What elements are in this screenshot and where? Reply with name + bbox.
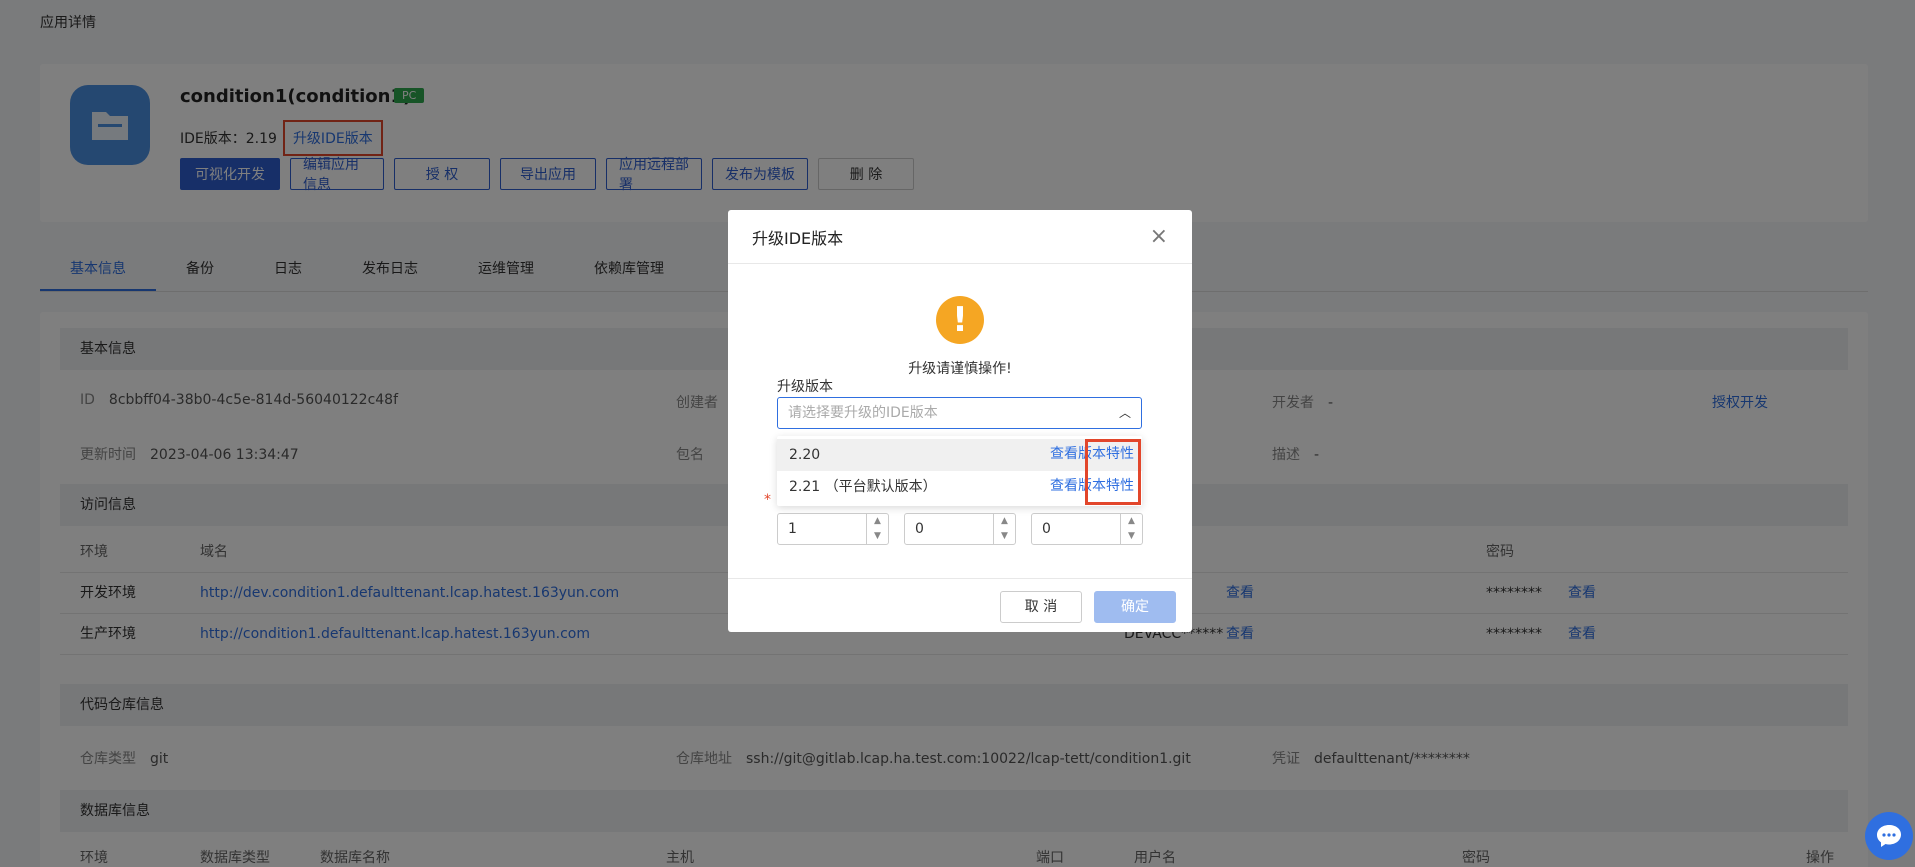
view-features-link[interactable]: 查看版本特性	[1046, 472, 1138, 502]
chat-icon[interactable]	[1865, 812, 1913, 860]
version-dropdown: 2.20 查看版本特性 2.21 （平台默认版本） 查看版本特性	[777, 436, 1142, 506]
confirm-button[interactable]: 确定	[1094, 591, 1176, 623]
warning-text: 升级请谨慎操作!	[908, 361, 1012, 377]
close-icon[interactable]: ×	[1150, 225, 1168, 248]
dialog-title: 升级IDE版本	[752, 228, 844, 248]
view-features-link[interactable]: 查看版本特性	[1046, 440, 1138, 470]
version-select[interactable]: 请选择要升级的IDE版本 ︿	[777, 397, 1142, 429]
version-field-label: 升级版本	[777, 379, 833, 395]
chevron-up-icon: ︿	[1118, 406, 1131, 420]
dialog-footer: 取 消 确定	[728, 578, 1192, 632]
version-minor-stepper[interactable]: 0 ▲ ▼	[904, 513, 1016, 545]
version-option[interactable]: 2.21 （平台默认版本） 查看版本特性	[777, 471, 1142, 503]
dialog-header: 升级IDE版本 ×	[728, 210, 1192, 264]
required-mark: *	[764, 492, 771, 508]
stepper-arrows-icon[interactable]: ▲ ▼	[866, 514, 888, 544]
cancel-button[interactable]: 取 消	[1000, 591, 1082, 623]
stepper-arrows-icon[interactable]: ▲ ▼	[1120, 514, 1142, 544]
version-patch-stepper[interactable]: 0 ▲ ▼	[1031, 513, 1143, 545]
warning-icon: !	[936, 296, 984, 344]
version-major-stepper[interactable]: 1 ▲ ▼	[777, 513, 889, 545]
upgrade-ide-dialog: 升级IDE版本 × ! 升级请谨慎操作! 升级版本 请选择要升级的IDE版本 ︿…	[728, 210, 1192, 632]
version-select-placeholder: 请选择要升级的IDE版本	[788, 405, 938, 421]
version-option[interactable]: 2.20 查看版本特性	[777, 439, 1142, 471]
stepper-arrows-icon[interactable]: ▲ ▼	[993, 514, 1015, 544]
